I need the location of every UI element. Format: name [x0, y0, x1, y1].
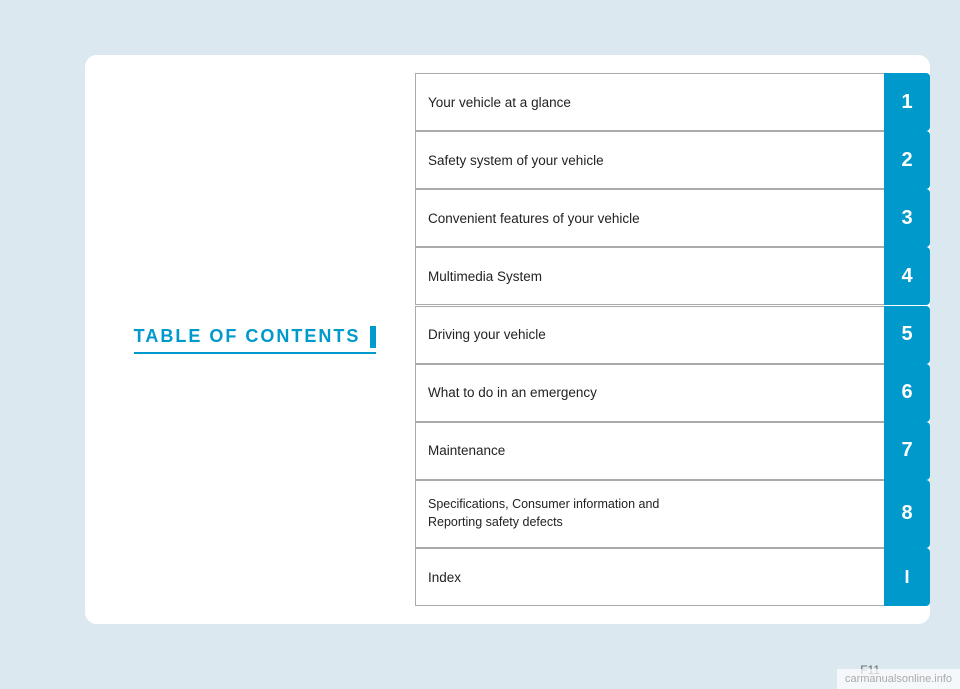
toc-title-bar-icon — [370, 326, 376, 348]
toc-item-3[interactable]: Convenient features of your vehicle 3 — [415, 189, 930, 247]
toc-item-2[interactable]: Safety system of your vehicle 2 — [415, 131, 930, 189]
toc-item-5[interactable]: Driving your vehicle 5 — [415, 306, 930, 364]
toc-item-8[interactable]: Specifications, Consumer information and… — [415, 480, 930, 548]
page-container: TABLE OF CONTENTS Your vehicle at a glan… — [0, 0, 960, 689]
toc-item-7[interactable]: Maintenance 7 — [415, 422, 930, 480]
toc-number-5: 5 — [884, 306, 930, 364]
toc-item-4[interactable]: Multimedia System 4 — [415, 247, 930, 305]
toc-label-text-8-line2: Reporting safety defects — [428, 514, 563, 532]
toc-number-8: 8 — [884, 480, 930, 548]
toc-title-block: TABLE OF CONTENTS — [134, 326, 377, 354]
toc-number-3: 3 — [884, 189, 930, 247]
toc-number-2: 2 — [884, 131, 930, 189]
toc-item-index[interactable]: Index I — [415, 548, 930, 606]
toc-label-text-index: Index — [428, 570, 461, 585]
toc-label-6: What to do in an emergency — [415, 364, 884, 422]
toc-number-7: 7 — [884, 422, 930, 480]
toc-label-text-6: What to do in an emergency — [428, 385, 597, 400]
right-panel: Your vehicle at a glance 1 Safety system… — [415, 55, 930, 624]
toc-label-text-3: Convenient features of your vehicle — [428, 211, 640, 226]
left-panel: TABLE OF CONTENTS — [85, 55, 425, 624]
toc-label-index: Index — [415, 548, 884, 606]
toc-label-text-4: Multimedia System — [428, 269, 542, 284]
toc-label-text-1: Your vehicle at a glance — [428, 95, 571, 110]
toc-item-1[interactable]: Your vehicle at a glance 1 — [415, 73, 930, 131]
toc-label-text-2: Safety system of your vehicle — [428, 153, 604, 168]
toc-label-5: Driving your vehicle — [415, 306, 884, 364]
toc-item-6[interactable]: What to do in an emergency 6 — [415, 364, 930, 422]
toc-label-text-8-line1: Specifications, Consumer information and — [428, 496, 659, 514]
toc-number-1: 1 — [884, 73, 930, 131]
toc-label-text-5: Driving your vehicle — [428, 327, 546, 342]
toc-label-4: Multimedia System — [415, 247, 884, 305]
toc-label-3: Convenient features of your vehicle — [415, 189, 884, 247]
toc-label-8: Specifications, Consumer information and… — [415, 480, 884, 548]
toc-number-6: 6 — [884, 364, 930, 422]
toc-number-4: 4 — [884, 247, 930, 305]
toc-label-text-7: Maintenance — [428, 443, 505, 458]
toc-label-7: Maintenance — [415, 422, 884, 480]
toc-label-2: Safety system of your vehicle — [415, 131, 884, 189]
toc-title-label: TABLE OF CONTENTS — [134, 326, 361, 347]
watermark: carmanualsonline.info — [837, 669, 960, 689]
toc-underline — [134, 352, 377, 354]
toc-number-index: I — [884, 548, 930, 606]
toc-label-1: Your vehicle at a glance — [415, 73, 884, 131]
toc-title-text: TABLE OF CONTENTS — [134, 326, 377, 348]
